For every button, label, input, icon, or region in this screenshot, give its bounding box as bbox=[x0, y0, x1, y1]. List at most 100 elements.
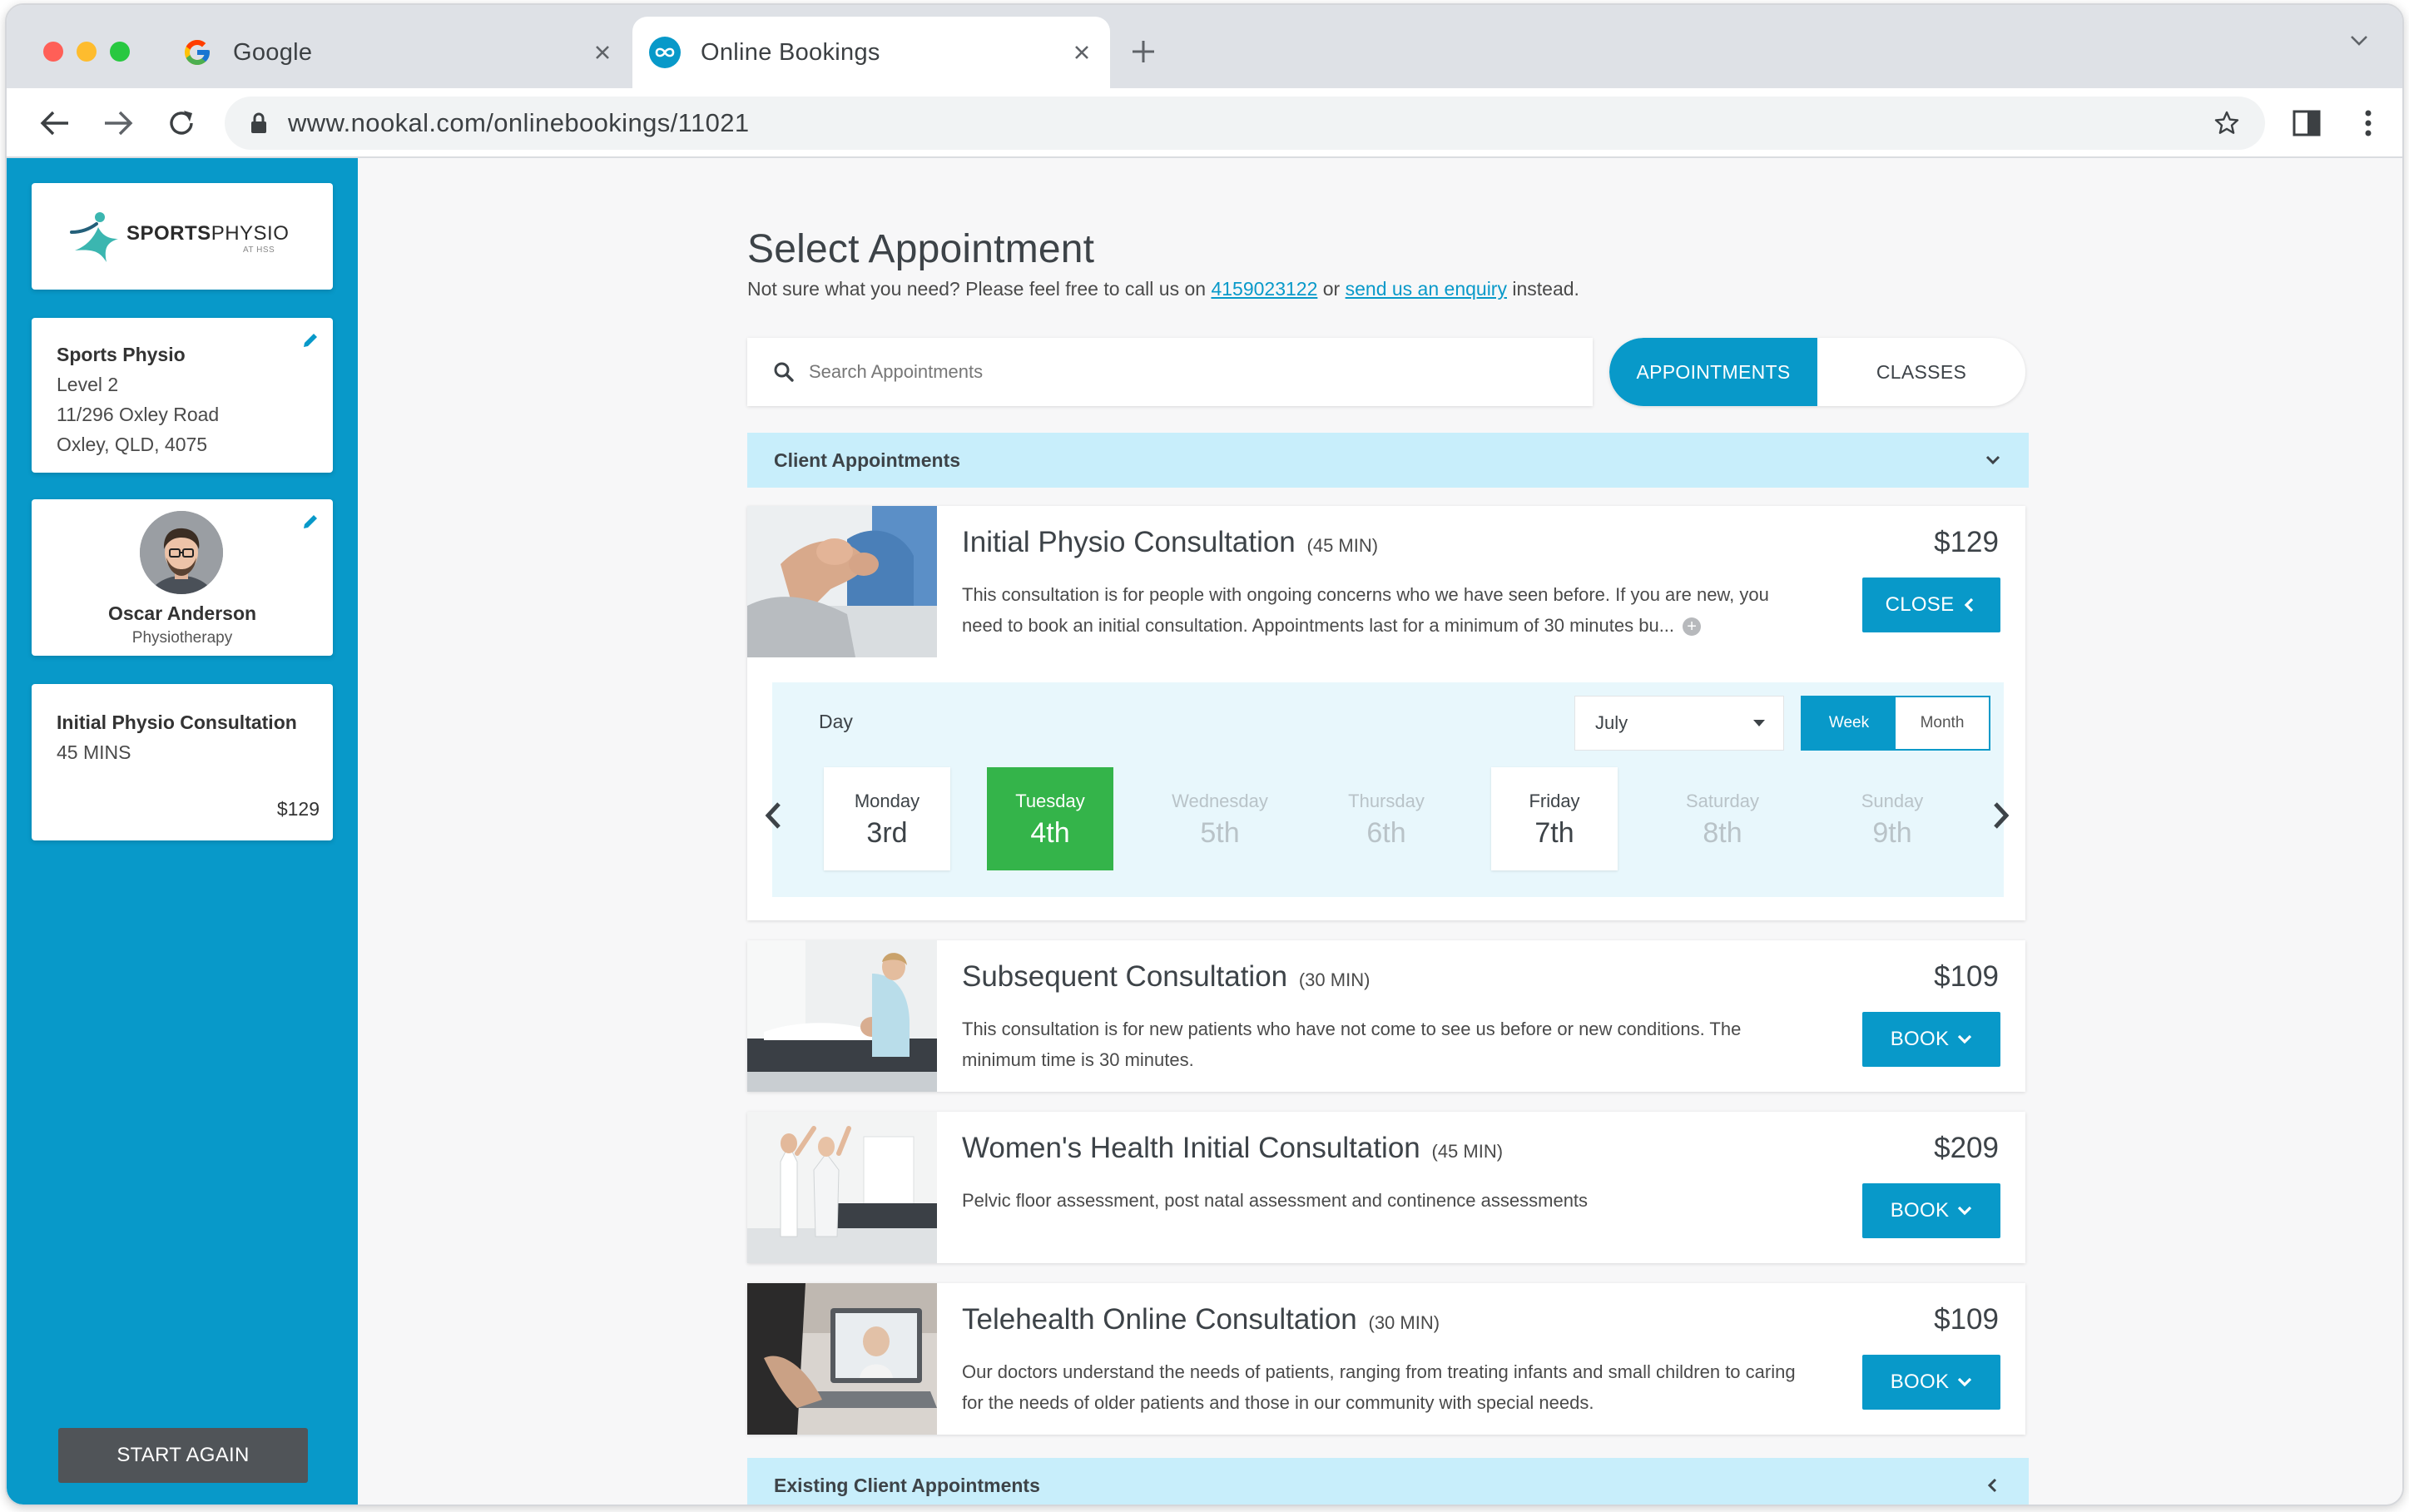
search-appointments-input[interactable] bbox=[809, 361, 1558, 383]
appointment-title: Women's Health Initial Consultation (45 … bbox=[962, 1132, 1504, 1164]
tab-classes[interactable]: CLASSES bbox=[1817, 338, 2025, 406]
day-name: Saturday bbox=[1685, 791, 1760, 811]
start-again-button[interactable]: START AGAIN bbox=[58, 1428, 308, 1483]
enquiry-link[interactable]: send us an enquiry bbox=[1346, 278, 1507, 300]
appointment-price: $129 bbox=[1934, 526, 1999, 558]
appointment-duration: (45 MIN) bbox=[1431, 1141, 1504, 1162]
month-select[interactable]: July bbox=[1574, 696, 1784, 751]
url-text[interactable]: www.nookal.com/onlinebookings/11021 bbox=[288, 108, 750, 138]
chevron-left-icon bbox=[1982, 1475, 2004, 1496]
calendar-day-unavailable: Saturday 8th bbox=[1659, 767, 1786, 870]
appointment-title: Subsequent Consultation (30 MIN) bbox=[962, 960, 1371, 993]
selected-service-card: Initial Physio Consultation 45 MINS $129 bbox=[32, 684, 333, 840]
book-appointment-button[interactable]: BOOK bbox=[1862, 1183, 2000, 1238]
clinic-logo-card[interactable]: SPORTSPHYSIO AT HSS bbox=[32, 183, 333, 290]
close-tab-icon[interactable] bbox=[586, 36, 619, 69]
appointment-duration: (45 MIN) bbox=[1306, 535, 1379, 556]
day-number: 9th bbox=[1872, 817, 1912, 849]
location-card: Sports Physio Level 2 11/296 Oxley Road … bbox=[32, 318, 333, 473]
appointment-description: This consultation is for people with ong… bbox=[962, 584, 1769, 637]
back-arrow-icon[interactable] bbox=[37, 105, 73, 141]
day-name: Sunday bbox=[1861, 791, 1924, 811]
running-figure-logo-icon bbox=[70, 212, 118, 262]
logo-tagline: AT HSS bbox=[243, 245, 275, 255]
maximize-window-button[interactable] bbox=[110, 42, 130, 62]
appointment-card: Subsequent Consultation (30 MIN) $109 Th… bbox=[747, 940, 2025, 1092]
appointment-card: Telehealth Online Consultation (30 MIN) … bbox=[747, 1283, 2025, 1435]
book-appointment-button[interactable]: BOOK bbox=[1862, 1355, 2000, 1410]
chevron-down-icon bbox=[1957, 1375, 1972, 1390]
next-week-chevron-icon[interactable] bbox=[1989, 799, 2014, 832]
month-select-value: July bbox=[1595, 712, 1628, 733]
tab-title: Google bbox=[233, 38, 313, 66]
womens-health-exercise-photo bbox=[747, 1112, 937, 1263]
telehealth-video-call-photo bbox=[747, 1283, 937, 1435]
expand-description-plus-icon[interactable]: + bbox=[1683, 617, 1702, 637]
reload-icon[interactable] bbox=[163, 105, 200, 141]
close-window-button[interactable] bbox=[43, 42, 63, 62]
existing-client-appointments-header[interactable]: Existing Client Appointments bbox=[747, 1458, 2029, 1505]
consultation-table-photo bbox=[747, 940, 937, 1092]
page-intro: Not sure what you need? Please feel free… bbox=[747, 278, 1579, 300]
minimize-window-button[interactable] bbox=[77, 42, 97, 62]
phone-link[interactable]: 4159023122 bbox=[1211, 278, 1317, 300]
forward-arrow-icon[interactable] bbox=[100, 105, 136, 141]
day-number: 3rd bbox=[866, 817, 908, 849]
browser-toolbar: www.nookal.com/onlinebookings/11021 bbox=[7, 88, 2402, 158]
day-number: 5th bbox=[1200, 817, 1240, 849]
practitioner-name: Oscar Anderson bbox=[107, 602, 257, 624]
calendar-day-selected[interactable]: Tuesday 4th bbox=[987, 767, 1113, 870]
appointment-description: Pelvic floor assessment, post natal asse… bbox=[962, 1190, 1589, 1211]
chevron-down-icon bbox=[1957, 1203, 1972, 1218]
day-name: Friday bbox=[1529, 791, 1580, 811]
service-name: Initial Physio Consultation bbox=[57, 711, 297, 733]
calendar-day[interactable]: Monday 3rd bbox=[824, 767, 950, 870]
close-appointment-button[interactable]: CLOSE bbox=[1862, 578, 2000, 632]
practitioner-role: Physiotherapy bbox=[131, 629, 233, 647]
view-month-button[interactable]: Month bbox=[1896, 697, 1989, 749]
day-name: Thursday bbox=[1348, 791, 1425, 811]
page-title: Select Appointment bbox=[747, 227, 1095, 271]
location-address-line: Oxley, QLD, 4075 bbox=[57, 434, 208, 455]
tab-online-bookings[interactable]: Online Bookings bbox=[632, 17, 1110, 88]
day-number: 6th bbox=[1366, 817, 1406, 849]
client-appointments-header[interactable]: Client Appointments bbox=[747, 433, 2029, 488]
appointment-card: Women's Health Initial Consultation (45 … bbox=[747, 1112, 2025, 1263]
bookmark-star-icon[interactable] bbox=[2212, 108, 2242, 138]
kebab-menu-icon[interactable] bbox=[2352, 107, 2385, 140]
book-appointment-button[interactable]: BOOK bbox=[1862, 1012, 2000, 1067]
chevron-down-icon bbox=[1982, 449, 2004, 471]
close-tab-icon[interactable] bbox=[1065, 36, 1098, 69]
calendar-day-unavailable: Sunday 9th bbox=[1829, 767, 1955, 870]
booking-summary-sidebar: SPORTSPHYSIO AT HSS Sports Physio Level … bbox=[7, 158, 358, 1505]
availability-calendar: Day July Week Month Monday 3rd Tuesday 4… bbox=[765, 682, 2010, 897]
view-week-button[interactable]: Week bbox=[1802, 697, 1896, 749]
new-tab-plus-icon[interactable] bbox=[1127, 35, 1160, 68]
service-duration: 45 MINS bbox=[57, 741, 131, 763]
side-panel-icon[interactable] bbox=[2290, 107, 2323, 140]
location-name: Sports Physio bbox=[57, 344, 186, 365]
edit-location-pencil-icon[interactable] bbox=[300, 330, 321, 351]
tab-bar: Google Online Bookings bbox=[7, 5, 2402, 88]
appointment-duration: (30 MIN) bbox=[1368, 1312, 1440, 1333]
appointment-price: $209 bbox=[1934, 1132, 1999, 1164]
address-bar[interactable]: www.nookal.com/onlinebookings/11021 bbox=[225, 97, 2265, 150]
page-viewport: SPORTSPHYSIO AT HSS Sports Physio Level … bbox=[7, 158, 2402, 1505]
location-address-line: Level 2 bbox=[57, 374, 119, 395]
appointment-duration: (30 MIN) bbox=[1298, 969, 1371, 990]
tab-google[interactable]: Google bbox=[165, 17, 631, 88]
chevron-left-icon bbox=[1962, 597, 1977, 612]
logo-wordmark: SPORTSPHYSIO bbox=[126, 222, 290, 245]
calendar-day[interactable]: Friday 7th bbox=[1491, 767, 1618, 870]
day-number: 7th bbox=[1534, 817, 1574, 849]
calendar-day-label: Day bbox=[819, 711, 853, 732]
previous-week-chevron-icon[interactable] bbox=[761, 799, 786, 832]
tab-search-chevron-icon[interactable] bbox=[2344, 25, 2374, 55]
tab-appointments[interactable]: APPOINTMENTS bbox=[1609, 338, 1817, 406]
edit-practitioner-pencil-icon[interactable] bbox=[300, 511, 321, 533]
search-icon bbox=[772, 360, 796, 384]
lock-icon[interactable] bbox=[248, 111, 270, 136]
location-address-line: 11/296 Oxley Road bbox=[57, 404, 220, 425]
appointment-card: Initial Physio Consultation (45 MIN) $12… bbox=[747, 506, 2025, 920]
practitioner-avatar bbox=[140, 511, 223, 594]
